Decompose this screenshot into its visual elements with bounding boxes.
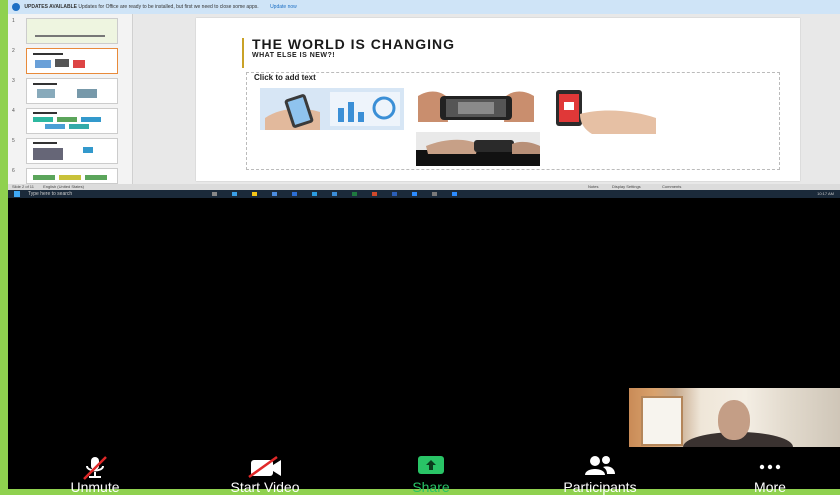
app-icon[interactable] (312, 192, 317, 196)
slide-thumbnail-5[interactable] (26, 138, 118, 164)
slide-thumbnail-pane[interactable]: 1 2 3 4 5 6 (8, 14, 133, 184)
slide-thumbnail-2[interactable] (26, 48, 118, 74)
slide-thumbnail-4[interactable] (26, 108, 118, 134)
phone-table-image[interactable] (416, 132, 540, 166)
microphone-muted-icon (83, 456, 107, 480)
edge-browser-icon[interactable] (232, 192, 237, 196)
update-message: Updates for Office are ready to be insta… (78, 4, 259, 10)
shared-screen: UPDATES AVAILABLE Updates for Office are… (8, 0, 840, 198)
participant-video-thumbnail[interactable] (629, 388, 840, 447)
thumb-number: 3 (12, 78, 15, 84)
update-notification-bar: UPDATES AVAILABLE Updates for Office are… (8, 0, 840, 14)
meeting-toolbar: Unmute Start Video Share Participants Mo… (0, 451, 840, 495)
update-badge: UPDATES AVAILABLE (24, 4, 77, 10)
shopping-phone-image[interactable] (552, 88, 656, 134)
thumb-number: 2 (12, 48, 15, 54)
more-dots-icon (759, 464, 781, 470)
mail-icon[interactable] (292, 192, 297, 196)
file-explorer-icon[interactable] (252, 192, 257, 196)
word-icon[interactable] (392, 192, 397, 196)
taskbar-search[interactable]: Type here to search (28, 190, 72, 198)
app-icon[interactable] (332, 192, 337, 196)
store-icon[interactable] (272, 192, 277, 196)
slide-editor: THE WORLD IS CHANGING WHAT ELSE IS NEW?!… (134, 14, 840, 184)
excel-icon[interactable] (352, 192, 357, 196)
system-clock[interactable]: 10:17 AM (817, 190, 834, 198)
thumb-number: 6 (12, 168, 15, 174)
thumb-number: 4 (12, 108, 15, 114)
smartphone-hands-image[interactable] (418, 86, 534, 126)
window-background (641, 396, 683, 446)
app-icon[interactable] (432, 192, 437, 196)
current-slide[interactable]: THE WORLD IS CHANGING WHAT ELSE IS NEW?!… (196, 18, 800, 181)
phone-analytics-image[interactable] (260, 88, 404, 130)
start-video-label: Start Video (230, 479, 300, 495)
participant-face (718, 400, 750, 440)
app-icon[interactable] (452, 192, 457, 196)
task-view-icon[interactable] (212, 192, 217, 196)
share-label: Share (412, 479, 450, 495)
unmute-label: Unmute (70, 479, 120, 495)
more-label: More (754, 479, 786, 495)
slide-subtitle[interactable]: WHAT ELSE IS NEW?! (252, 52, 335, 59)
placeholder-text[interactable]: Click to add text (254, 73, 316, 82)
share-screen-icon (418, 456, 444, 474)
video-camera-off-icon (248, 455, 281, 479)
language-indicator[interactable]: English (United States) (43, 184, 84, 189)
thumb-number: 5 (12, 138, 15, 144)
participants-icon (585, 456, 615, 475)
slide-title[interactable]: THE WORLD IS CHANGING (252, 36, 455, 52)
slide-count: Slide 2 of 11 (12, 184, 34, 189)
windows-taskbar: Type here to search 10:17 AM (8, 190, 840, 198)
thumb-number: 1 (12, 18, 15, 24)
zoom-icon[interactable] (412, 192, 417, 196)
participants-label: Participants (563, 479, 637, 495)
title-accent-line (242, 38, 244, 68)
slide-thumbnail-6[interactable] (26, 168, 118, 184)
update-now-button[interactable]: Update now (270, 4, 297, 10)
slide-thumbnail-1[interactable] (26, 18, 118, 44)
slide-thumbnail-3[interactable] (26, 78, 118, 104)
meeting-video-area (8, 198, 840, 489)
powerpoint-icon[interactable] (372, 192, 377, 196)
windows-start-icon[interactable] (14, 191, 20, 197)
info-icon (12, 3, 20, 11)
